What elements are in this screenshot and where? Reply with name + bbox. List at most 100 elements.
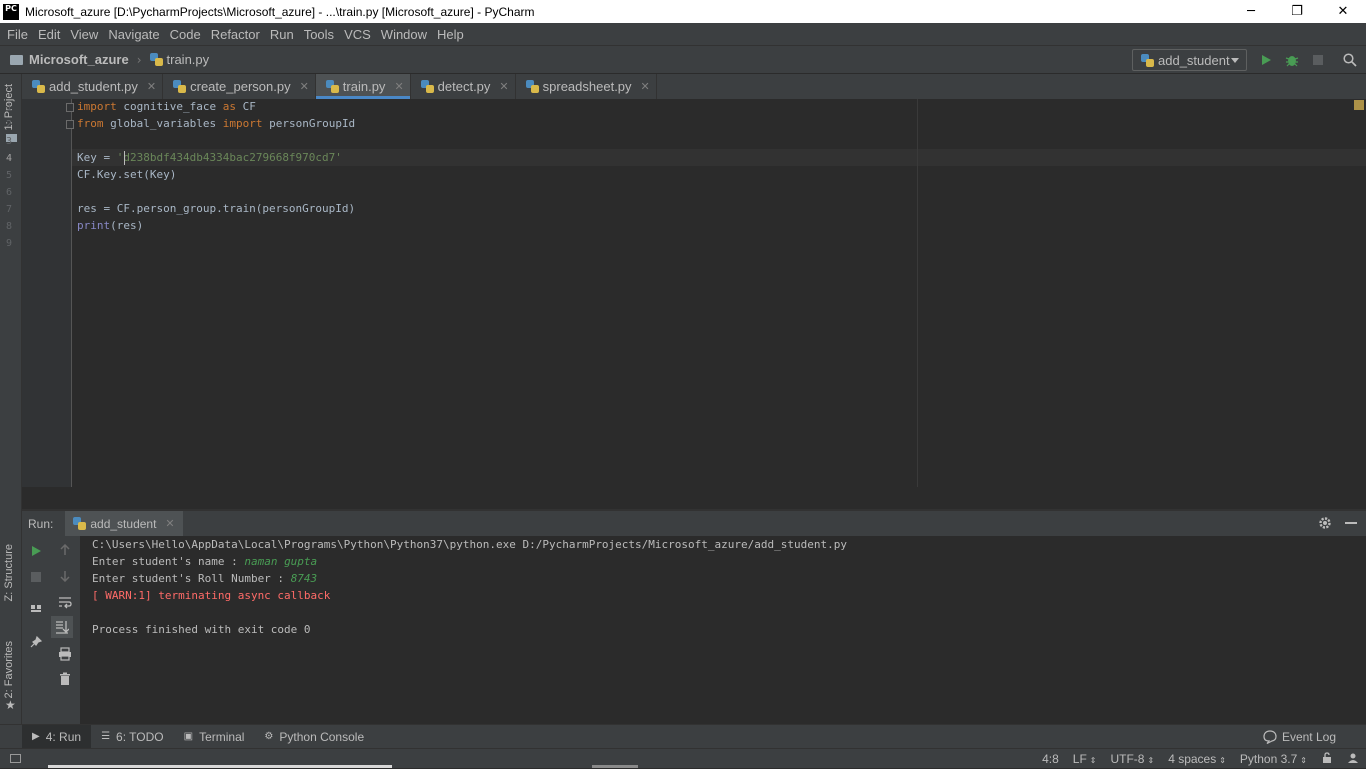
menu-help[interactable]: Help (432, 27, 469, 42)
minimize-button[interactable]: ─ (1228, 0, 1274, 23)
fold-marker-icon[interactable] (66, 120, 74, 129)
menu-vcs[interactable]: VCS (339, 27, 376, 42)
code-line-7: res = CF.person_group.train(personGroupI… (77, 202, 356, 215)
menu-navigate[interactable]: Navigate (103, 27, 164, 42)
line-number: 2 (6, 119, 13, 130)
dropdown-icon: ⇕ (1147, 756, 1155, 765)
console-exit-line: Process finished with exit code 0 (92, 623, 311, 636)
tool-windows-toggle-icon[interactable] (10, 754, 21, 763)
python-file-icon (525, 80, 539, 93)
soft-wrap-icon[interactable] (57, 594, 73, 610)
menu-view[interactable]: View (65, 27, 103, 42)
debug-icon[interactable] (1284, 52, 1300, 68)
menu-refactor[interactable]: Refactor (206, 27, 265, 42)
gear-icon[interactable] (1318, 516, 1334, 532)
close-icon[interactable]: ✕ (300, 80, 309, 93)
tab-add-student[interactable]: add_student.py ✕ (22, 74, 164, 99)
tab-spreadsheet[interactable]: spreadsheet.py ✕ (516, 74, 657, 99)
navigation-bar: Microsoft_azure › train.py add_student (0, 45, 1366, 74)
code-line-1: import cognitive_face as CF (77, 100, 256, 113)
python-file-icon (32, 80, 45, 93)
run-configuration-select[interactable]: add_student (1132, 49, 1247, 71)
editor-tabs: add_student.py ✕ create_person.py ✕ trai… (22, 74, 1366, 99)
tool-tab-python-console[interactable]: ⚙ Python Console (254, 725, 374, 749)
menu-tools[interactable]: Tools (299, 27, 339, 42)
console-line: Enter student's name : naman gupta (92, 555, 318, 568)
close-icon[interactable]: ✕ (641, 80, 650, 93)
code-line-5: CF.Key.set(Key) (77, 168, 177, 181)
console-line: Enter student's Roll Number : 8743 (92, 572, 318, 585)
line-number-gutter (22, 99, 72, 487)
line-separator-select[interactable]: LF ⇕ (1066, 752, 1104, 766)
close-icon[interactable]: ✕ (499, 80, 508, 93)
tab-train[interactable]: train.py ✕ (315, 74, 411, 99)
line-number: 8 (6, 221, 13, 232)
line-number: 7 (6, 204, 13, 215)
tab-create-person[interactable]: create_person.py ✕ (163, 74, 316, 99)
breadcrumb-project[interactable]: Microsoft_azure (29, 52, 129, 67)
tab-label: spreadsheet.py (542, 79, 632, 94)
print-icon[interactable] (57, 646, 73, 662)
tab-label: create_person.py (190, 79, 291, 94)
stop-icon[interactable] (28, 569, 44, 585)
scroll-to-end-icon[interactable] (54, 619, 70, 635)
menu-edit[interactable]: Edit (33, 27, 65, 42)
breadcrumb-file[interactable]: train.py (167, 52, 210, 67)
menu-run[interactable]: Run (265, 27, 299, 42)
fold-marker-icon[interactable] (66, 103, 74, 112)
window-title: Microsoft_azure [D:\PycharmProjects\Micr… (25, 4, 535, 19)
event-log-button[interactable]: Event Log (1263, 725, 1336, 749)
run-icon[interactable] (1258, 52, 1274, 68)
python-file-icon (173, 80, 187, 93)
tool-tab-terminal[interactable]: ▣ Terminal (174, 725, 255, 749)
run-tab-add-student[interactable]: add_student ✕ (65, 510, 183, 537)
trash-icon[interactable] (57, 671, 73, 687)
menu-file[interactable]: File (2, 27, 33, 42)
inspector-icon[interactable] (1340, 752, 1366, 767)
pin-icon[interactable] (28, 634, 44, 650)
speech-bubble-icon (1263, 730, 1277, 744)
menu-code[interactable]: Code (165, 27, 206, 42)
tool-tab-todo[interactable]: ☰ 6: TODO (91, 725, 174, 749)
run-panel-label: Run: (28, 516, 54, 531)
scroll-up-icon[interactable] (57, 542, 73, 558)
terminal-icon: ▣ (183, 731, 194, 742)
favorites-tool-tab[interactable]: 2: Favorites (3, 641, 15, 698)
tool-tab-run[interactable]: ▶ 4: Run (22, 724, 92, 749)
line-number: 6 (6, 187, 13, 198)
python-file-icon (420, 80, 434, 93)
lock-icon[interactable] (1314, 751, 1340, 767)
structure-tool-tab[interactable]: Z: Structure (3, 544, 15, 601)
rerun-icon[interactable] (28, 543, 44, 559)
text-caret (124, 151, 125, 165)
menu-window[interactable]: Window (376, 27, 432, 42)
tab-label: train.py (342, 79, 386, 94)
breadcrumb-separator: › (136, 52, 142, 67)
stop-icon[interactable] (1310, 52, 1326, 68)
minimize-panel-icon[interactable] (1344, 516, 1360, 532)
scroll-down-icon[interactable] (57, 568, 73, 584)
console-warning-line: [ WARN:1] terminating async callback (92, 589, 331, 602)
restore-button[interactable]: ❐ (1274, 0, 1320, 23)
inspection-marker-icon[interactable] (1354, 100, 1364, 110)
encoding-select[interactable]: UTF-8 ⇕ (1103, 752, 1161, 766)
tab-detect[interactable]: detect.py ✕ (411, 74, 516, 99)
interpreter-select[interactable]: Python 3.7 ⇕ (1233, 752, 1314, 766)
caret-position[interactable]: 4:8 (1035, 752, 1066, 766)
close-icon[interactable]: ✕ (394, 80, 403, 93)
indent-select[interactable]: 4 spaces ⇕ (1161, 752, 1233, 766)
python-console-icon: ⚙ (264, 731, 274, 742)
dropdown-icon: ⇕ (1300, 756, 1307, 765)
layout-icon[interactable] (28, 601, 44, 617)
line-number: 9 (6, 238, 13, 249)
search-icon[interactable] (1342, 52, 1358, 68)
close-icon[interactable]: ✕ (147, 80, 156, 93)
close-window-button[interactable]: ✕ (1320, 0, 1366, 23)
python-file-icon (1141, 53, 1154, 67)
folder-icon (10, 54, 23, 65)
pycharm-logo-icon: PC (3, 3, 19, 20)
close-icon[interactable]: ✕ (165, 517, 174, 530)
play-icon: ▶ (32, 731, 40, 742)
python-file-icon (325, 80, 339, 93)
code-line-8: print(res) (77, 219, 144, 232)
